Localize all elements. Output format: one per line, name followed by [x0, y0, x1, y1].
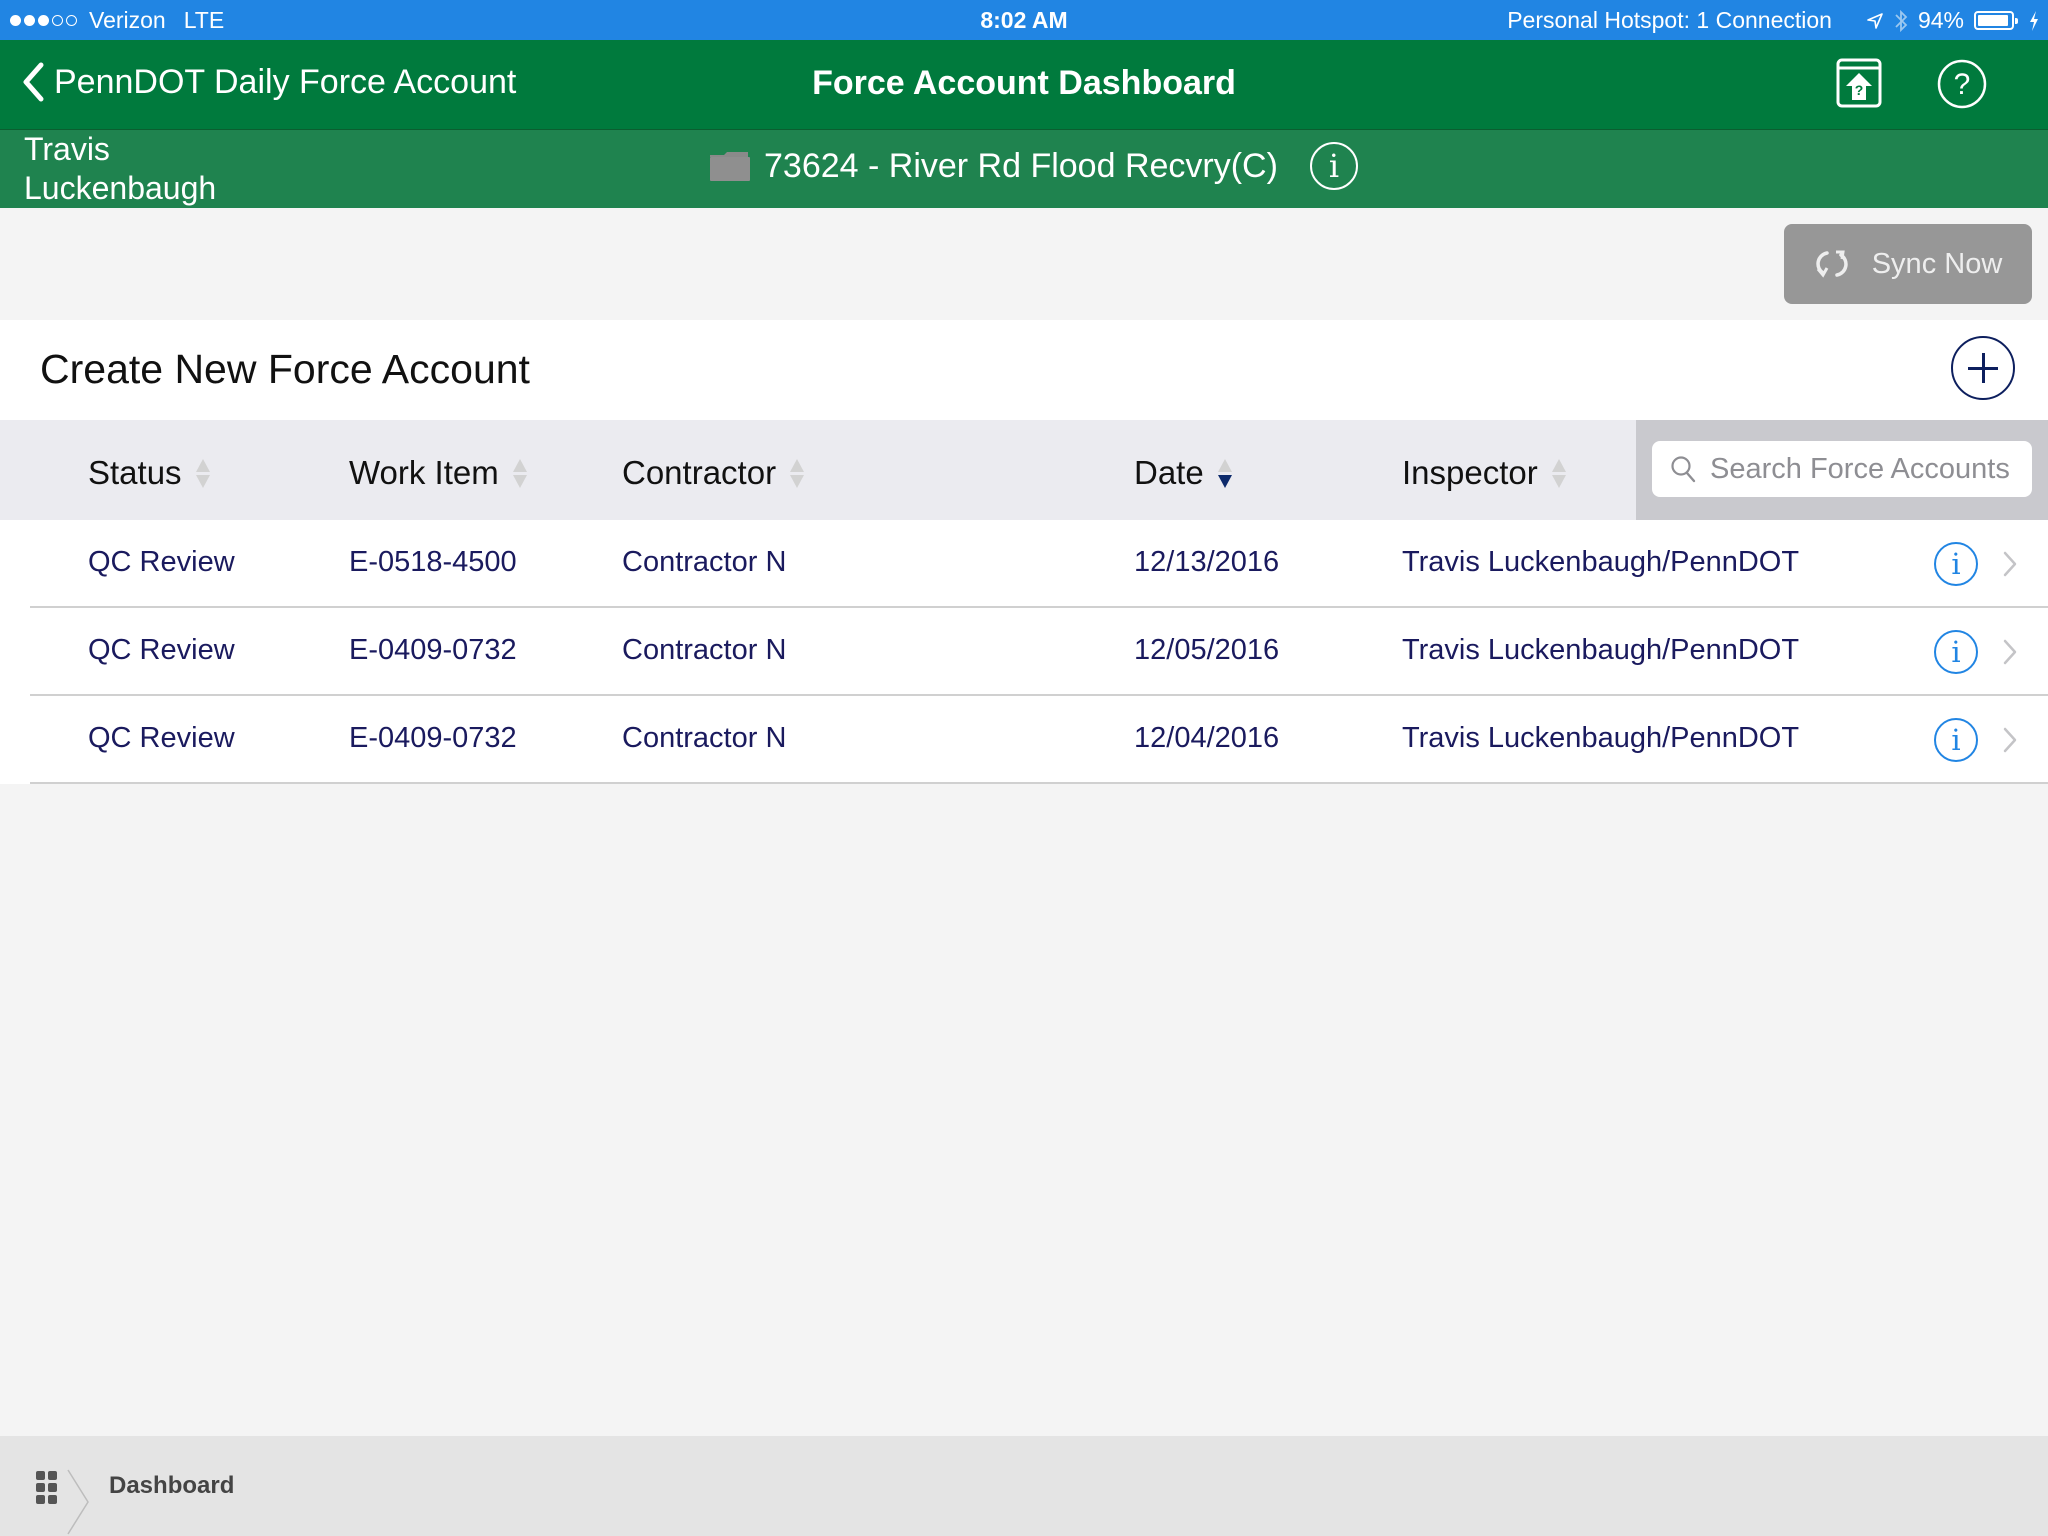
sort-descending-icon	[1217, 458, 1232, 488]
info-icon: i	[1951, 547, 1961, 581]
table-row[interactable]: QC Review E-0409-0732 Contractor N 12/05…	[0, 608, 2048, 696]
create-title: Create New Force Account	[40, 346, 530, 392]
sync-icon	[1816, 250, 1848, 278]
sync-label: Sync Now	[1871, 247, 2003, 280]
column-label: Contractor	[622, 454, 777, 491]
page-title: Force Account Dashboard	[812, 64, 1236, 102]
navigation-bar: PennDOT Daily Force Account Force Accoun…	[0, 40, 2048, 129]
info-icon: i	[1951, 635, 1961, 669]
column-label: Status	[88, 454, 182, 491]
create-force-account-row[interactable]: Create New Force Account	[0, 320, 2048, 420]
date-cell: 12/13/2016	[1134, 546, 1280, 578]
user-name: Travis Luckenbaugh	[24, 131, 217, 206]
inspector-cell: Travis Luckenbaugh/PennDOT	[1402, 634, 1800, 666]
add-force-account-button[interactable]	[1951, 336, 2015, 400]
status-cell: QC Review	[88, 546, 235, 578]
column-header-status[interactable]: Status	[88, 454, 210, 492]
charging-icon	[2030, 10, 2038, 31]
chevron-right-icon	[2003, 639, 2017, 665]
search-icon	[1671, 456, 1696, 483]
table-row[interactable]: QC Review E-0409-0732 Contractor N 12/04…	[0, 696, 2048, 784]
help-button[interactable]: ?	[1936, 58, 1988, 110]
force-account-list: QC Review E-0518-4500 Contractor N 12/13…	[0, 520, 2048, 784]
column-header-date[interactable]: Date	[1134, 454, 1232, 492]
chevron-left-icon	[23, 62, 44, 102]
column-header-inspector[interactable]: Inspector	[1402, 454, 1566, 492]
status-bar: Verizon LTE 8:02 AM Personal Hotspot: 1 …	[0, 0, 2048, 40]
search-bar	[1636, 420, 2048, 520]
back-button[interactable]: PennDOT Daily Force Account	[22, 62, 516, 102]
info-icon: i	[1951, 723, 1961, 757]
column-label: Work Item	[349, 454, 499, 491]
inspector-cell: Travis Luckenbaugh/PennDOT	[1402, 722, 1800, 754]
status-cell: QC Review	[88, 634, 235, 666]
chevron-right-icon	[2003, 551, 2017, 577]
folder-icon	[710, 152, 750, 181]
back-label: PennDOT Daily Force Account	[54, 62, 517, 101]
row-info-button[interactable]: i	[1934, 542, 1978, 586]
info-icon: i	[1328, 147, 1340, 185]
bluetooth-icon	[1895, 9, 1908, 32]
sort-icon	[790, 458, 805, 488]
column-label: Inspector	[1402, 454, 1538, 491]
search-input[interactable]	[1710, 452, 2020, 486]
chevron-right-icon	[2003, 727, 2017, 753]
project-info-button[interactable]: i	[1309, 142, 1358, 190]
sync-now-button[interactable]: Sync Now	[1784, 224, 2032, 304]
work-item-cell: E-0409-0732	[349, 722, 517, 754]
contractor-cell: Contractor N	[622, 546, 787, 578]
inspector-cell: Travis Luckenbaugh/PennDOT	[1402, 546, 1800, 578]
location-icon	[1867, 12, 1883, 29]
bottom-breadcrumb-bar: Dashboard	[0, 1436, 2048, 1536]
sort-icon	[1551, 458, 1566, 488]
work-item-cell: E-0409-0732	[349, 634, 517, 666]
help-home-button[interactable]: ?	[1833, 58, 1885, 110]
sort-icon	[512, 458, 527, 488]
project-selector[interactable]: 73624 - River Rd Flood Recvry(C) i	[710, 142, 1358, 190]
sync-toolbar: Sync Now	[0, 208, 2048, 320]
row-info-button[interactable]: i	[1934, 630, 1978, 674]
table-row[interactable]: QC Review E-0518-4500 Contractor N 12/13…	[0, 520, 2048, 608]
column-label: Date	[1134, 454, 1204, 491]
breadcrumb-dashboard[interactable]: Dashboard	[109, 1472, 234, 1500]
column-header-contractor[interactable]: Contractor	[622, 454, 805, 492]
search-field[interactable]	[1652, 441, 2032, 497]
row-info-button[interactable]: i	[1934, 718, 1978, 762]
apps-grid-icon[interactable]	[36, 1471, 57, 1504]
project-header: Travis Luckenbaugh 73624 - River Rd Floo…	[0, 129, 2048, 208]
svg-text:?: ?	[1954, 68, 1971, 101]
date-cell: 12/05/2016	[1134, 634, 1280, 666]
contractor-cell: Contractor N	[622, 722, 787, 754]
sort-icon	[195, 458, 210, 488]
column-header-work-item[interactable]: Work Item	[349, 454, 527, 492]
svg-text:?: ?	[1855, 82, 1864, 98]
contractor-cell: Contractor N	[622, 634, 787, 666]
breadcrumb-separator-icon	[67, 1469, 89, 1535]
help-icon: ?	[1937, 59, 1987, 109]
battery-icon	[1974, 11, 2018, 30]
status-cell: QC Review	[88, 722, 235, 754]
project-label: 73624 - River Rd Flood Recvry(C)	[764, 146, 1278, 185]
date-cell: 12/04/2016	[1134, 722, 1280, 754]
help-home-icon: ?	[1836, 58, 1882, 108]
work-item-cell: E-0518-4500	[349, 546, 517, 578]
status-right: Personal Hotspot: 1 Connection 94%	[1507, 7, 2040, 34]
hotspot-label: Personal Hotspot: 1 Connection	[1507, 7, 1832, 33]
battery-percent: 94%	[1917, 7, 1964, 33]
table-header: Status Work Item Contractor Date Inspect…	[0, 420, 2048, 520]
